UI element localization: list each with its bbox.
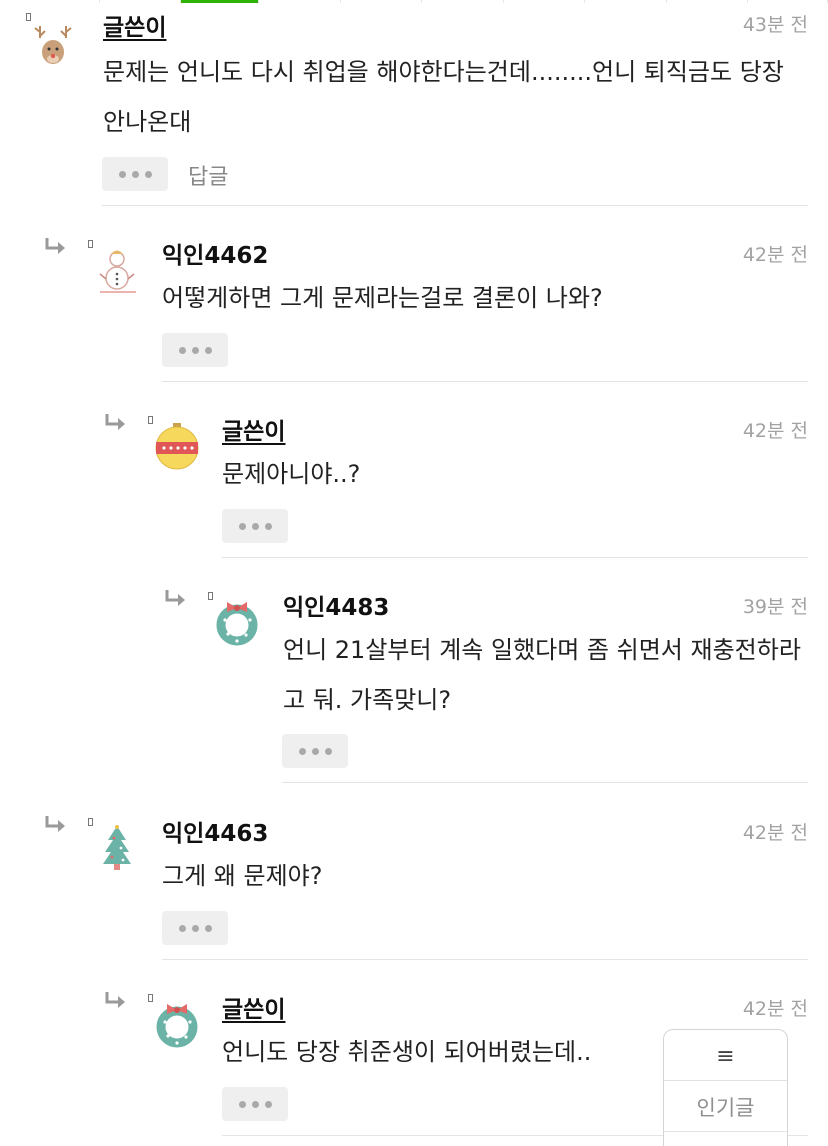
comment-author-name[interactable]: 글쓴이	[222, 990, 285, 1024]
more-options-button[interactable]	[162, 333, 228, 367]
comment-body: 그게 왜 문제야?	[162, 862, 323, 890]
comment-author-name[interactable]: 익인4463	[162, 814, 268, 848]
comment-body: 언니 21살부터 계속 일했다며 좀 쉬면서 재충전하라고 둬. 가족맞니?	[283, 636, 801, 714]
comment-timestamp: 42분 전	[742, 420, 808, 442]
reply-arrow-icon	[105, 414, 125, 430]
comment-timestamp: 39분 전	[742, 596, 808, 618]
reply-arrow-icon	[165, 590, 185, 606]
comment-author-name[interactable]: 글쓴이	[103, 8, 166, 42]
snowman-avatar-icon	[92, 246, 142, 296]
floating-popular-menu[interactable]: ≡ 인기글	[663, 1029, 788, 1146]
reindeer-avatar-icon	[28, 20, 78, 70]
popular-posts-button[interactable]: 인기글	[664, 1092, 787, 1122]
reply-button[interactable]: 답글	[188, 159, 228, 191]
comment-author-name[interactable]: 글쓴이	[222, 412, 285, 446]
hamburger-menu-icon[interactable]: ≡	[664, 1044, 787, 1069]
divider	[664, 1080, 787, 1081]
comment-timestamp: 43분 전	[742, 14, 808, 36]
comment-timestamp: 42분 전	[742, 244, 808, 266]
more-options-button[interactable]	[282, 734, 348, 768]
divider	[282, 782, 808, 783]
divider	[664, 1131, 787, 1132]
more-options-button[interactable]	[162, 911, 228, 945]
comment-author-name[interactable]: 익인4483	[283, 588, 389, 622]
more-options-button[interactable]	[102, 157, 168, 191]
comment-reply: 익인4463 42분 전 그게 왜 문제야?	[0, 784, 808, 960]
comment-timestamp: 42분 전	[742, 998, 808, 1020]
wreath-avatar-icon	[212, 598, 262, 648]
comment-body: 문제는 언니도 다시 취업을 해야한다는건데........언니 퇴직금도 당장…	[103, 58, 784, 136]
comment-author-name[interactable]: 익인4462	[162, 236, 268, 270]
reply-arrow-icon	[45, 238, 65, 254]
reply-arrow-icon	[105, 992, 125, 1008]
comment-body: 문제아니야..?	[222, 460, 361, 488]
comment-body: 어떻게하면 그게 문제라는걸로 결론이 나와?	[162, 284, 603, 312]
reply-arrow-icon	[45, 816, 65, 832]
comment-reply: 익인4483 39분 전 언니 21살부터 계속 일했다며 좀 쉬면서 재충전하…	[0, 558, 808, 784]
more-options-button[interactable]	[222, 1087, 288, 1121]
more-options-button[interactable]	[222, 509, 288, 543]
christmas-tree-avatar-icon	[92, 824, 142, 874]
comment-reply: 익인4462 42분 전 어떻게하면 그게 문제라는걸로 결론이 나와?	[0, 206, 808, 382]
wreath-avatar-icon	[152, 1000, 202, 1050]
comment-timestamp: 42분 전	[742, 822, 808, 844]
comment-reply: 글쓴이 42분 전 문제아니야..?	[0, 382, 808, 558]
ornament-avatar-icon	[152, 422, 202, 472]
comment: 글쓴이 43분 전 문제는 언니도 다시 취업을 해야한다는건데........…	[0, 0, 808, 206]
